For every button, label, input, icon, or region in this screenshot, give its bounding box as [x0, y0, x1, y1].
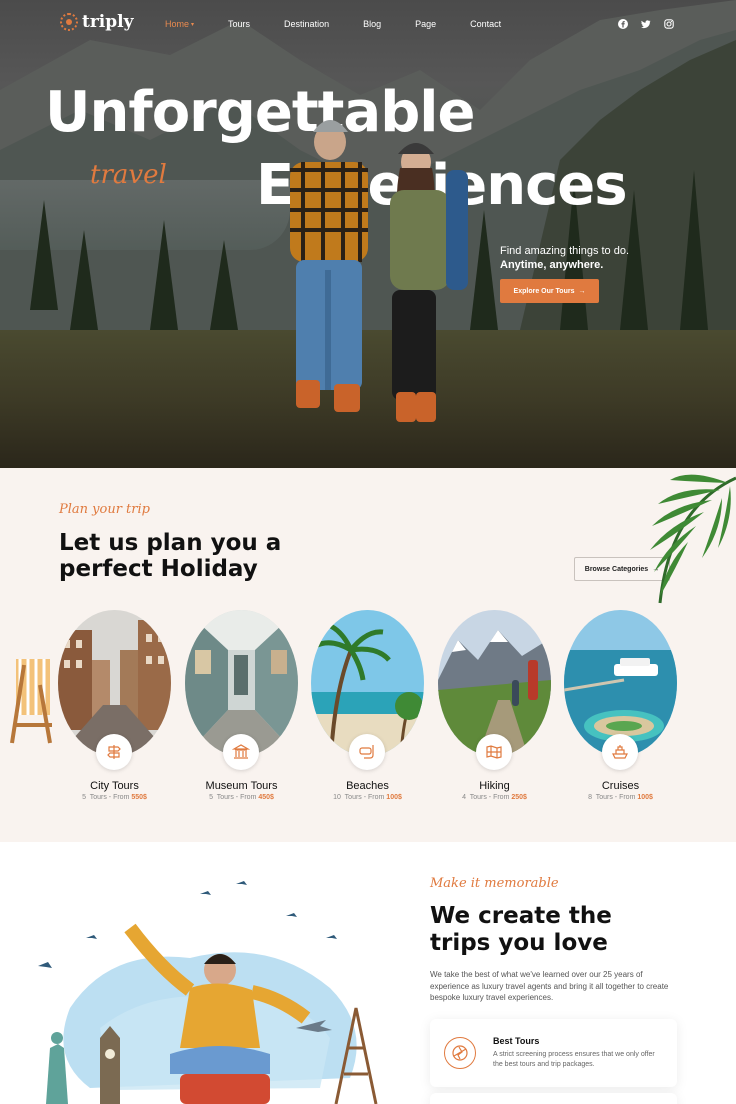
- brand-name: triply: [82, 12, 134, 32]
- tour-count: 10: [333, 794, 341, 801]
- category-card-beaches[interactable]: Beaches 10 Tours - From 100$: [311, 610, 424, 801]
- explore-tours-button[interactable]: Explore Our Tours →: [500, 279, 599, 303]
- memorable-paragraph: We take the best of what we've learned o…: [430, 970, 669, 1002]
- twitter-icon[interactable]: [640, 18, 651, 29]
- main-menu: Home ▾ Tours Destination Blog Page Contac…: [165, 19, 535, 29]
- palm-leaf-decoration: [650, 474, 736, 604]
- category-meta: 5 Tours - From 550$: [58, 794, 171, 801]
- category-price: 100$: [637, 794, 653, 801]
- beach-chair-decoration: [10, 659, 52, 744]
- map-icon: [476, 734, 512, 770]
- tour-count: 5: [82, 794, 86, 801]
- nav-item-label: Destination: [284, 19, 330, 29]
- hero-subtitle: Find amazing things to do.: [500, 245, 630, 257]
- category-price: 450$: [258, 794, 274, 801]
- category-title: Cruises: [601, 780, 640, 792]
- tour-count: 8: [588, 794, 592, 801]
- tours-from-label: Tours - From: [89, 794, 130, 801]
- tours-from-label: Tours - From: [595, 794, 636, 801]
- pine-tree: [30, 200, 58, 310]
- explore-tours-label: Explore Our Tours: [513, 287, 575, 295]
- memorable-script-heading: Make it memorable: [430, 876, 559, 891]
- instagram-icon[interactable]: [663, 18, 674, 29]
- plan-title-line1: Let us plan you a: [59, 530, 282, 556]
- nav-item-home[interactable]: Home ▾: [165, 19, 194, 29]
- nav-item-contact[interactable]: Contact: [470, 19, 501, 29]
- category-price: 250$: [511, 794, 527, 801]
- pine-tree: [470, 210, 498, 330]
- category-card-cruises[interactable]: Cruises 8 Tours - From 100$: [564, 610, 677, 801]
- social-links: [617, 18, 674, 29]
- pine-tree: [680, 170, 708, 330]
- ship-icon: [602, 734, 638, 770]
- compass-logo-icon: [60, 13, 78, 31]
- tour-count: 4: [462, 794, 466, 801]
- nav-item-label: Contact: [470, 19, 502, 29]
- nav-item-label: Home: [165, 19, 190, 29]
- signpost-icon: [96, 734, 132, 770]
- category-meta: 10 Tours - From 100$: [311, 794, 424, 801]
- nav-item-label: Page: [415, 19, 437, 29]
- feature-card-best-tours[interactable]: Best Tours A strict screening process en…: [430, 1019, 677, 1087]
- nav-item-blog[interactable]: Blog: [363, 19, 381, 29]
- plan-title-line2: perfect Holiday: [59, 556, 258, 582]
- feature-title: Best Tours: [493, 1036, 540, 1046]
- tour-count: 5: [209, 794, 213, 801]
- snorkel-icon: [349, 734, 385, 770]
- hero-script-word: travel: [90, 160, 167, 190]
- plan-script-heading: Plan your trip: [59, 502, 150, 517]
- hero-tagline: Anytime, anywhere.: [500, 259, 604, 271]
- nav-item-label: Blog: [363, 19, 382, 29]
- nav-item-tours[interactable]: Tours: [228, 19, 250, 29]
- hikers-couple-illustration: [290, 120, 468, 422]
- chevron-down-icon: ▾: [191, 21, 195, 28]
- pine-tree: [150, 220, 178, 330]
- category-price: 550$: [131, 794, 147, 801]
- tours-from-label: Tours - From: [216, 794, 257, 801]
- plane-globe-icon: [444, 1037, 476, 1069]
- brand-logo[interactable]: triply: [60, 12, 134, 32]
- category-title: Beaches: [346, 780, 389, 792]
- tours-from-label: Tours - From: [344, 794, 385, 801]
- pine-tree: [210, 240, 238, 330]
- category-title: Museum Tours: [205, 780, 278, 792]
- category-title: City Tours: [90, 780, 139, 792]
- nav-item-page[interactable]: Page: [415, 19, 436, 29]
- pine-tree: [70, 230, 98, 330]
- tours-from-label: Tours - From: [469, 794, 510, 801]
- category-price: 100$: [386, 794, 402, 801]
- category-card-hiking[interactable]: Hiking 4 Tours - From 250$: [438, 610, 551, 801]
- museum-icon: [223, 734, 259, 770]
- category-meta: 4 Tours - From 250$: [438, 794, 551, 801]
- feature-card-next[interactable]: [430, 1093, 677, 1104]
- arrow-right-icon: →: [578, 287, 586, 295]
- top-navigation: triply Home ▾ Tours Destination Blog Page…: [0, 0, 736, 48]
- category-meta: 8 Tours - From 100$: [564, 794, 677, 801]
- nav-item-destination[interactable]: Destination: [284, 19, 329, 29]
- category-card-museum-tours[interactable]: Museum Tours 5 Tours - From 450$: [185, 610, 298, 801]
- category-meta: 5 Tours - From 450$: [185, 794, 298, 801]
- feature-description: A strict screening process ensures that …: [493, 1051, 655, 1068]
- travel-collage-illustration: [38, 881, 378, 1104]
- memorable-title: We create the trips you love: [430, 903, 612, 957]
- facebook-icon[interactable]: [617, 18, 628, 29]
- hero-section: Unforgettable Experiences travel Find am…: [0, 0, 736, 468]
- category-card-city-tours[interactable]: City Tours 5 Tours - From 550$: [58, 610, 171, 801]
- memorable-title-line1: We create the: [430, 903, 612, 929]
- category-title: Hiking: [479, 780, 510, 792]
- plan-title: Let us plan you a perfect Holiday: [59, 530, 281, 582]
- nav-item-label: Tours: [228, 19, 251, 29]
- memorable-title-line2: trips you love: [430, 930, 608, 956]
